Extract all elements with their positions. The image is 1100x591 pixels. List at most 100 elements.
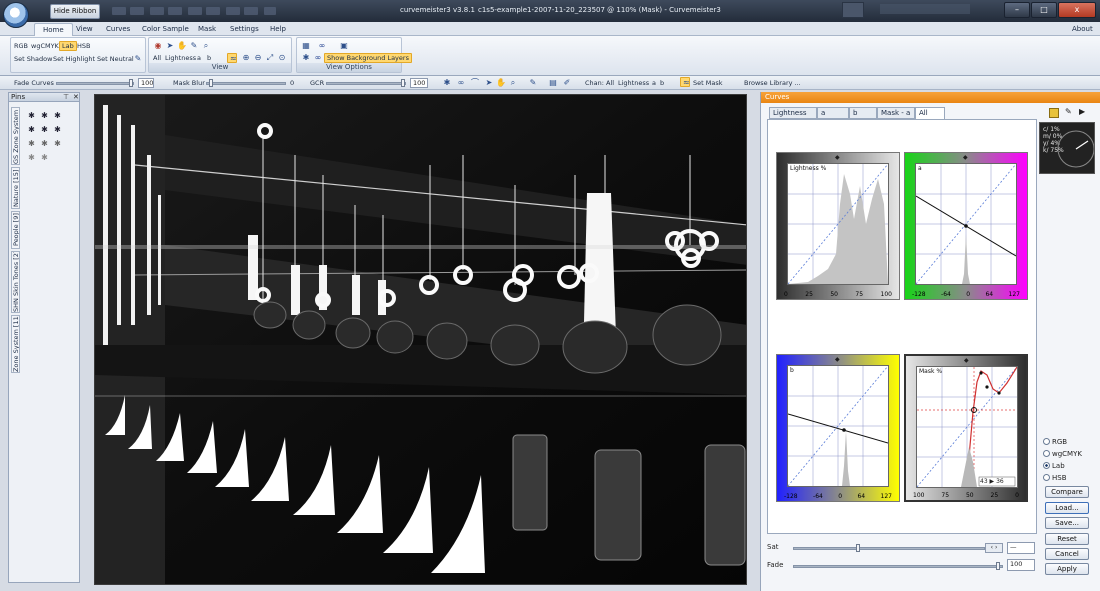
glasses-small-icon[interactable]: ∞ [313,53,323,63]
pin-icon[interactable]: ✱ [27,125,36,134]
tab-all[interactable]: All [915,107,945,119]
qat-curve-icon[interactable] [226,7,240,15]
zoom-actual-icon[interactable]: ⊙ [277,53,287,63]
qat-mask-icon[interactable] [244,7,258,15]
image-icon[interactable]: ▣ [339,41,349,51]
set-mask-icon[interactable]: ≈ [680,77,690,87]
apply-button[interactable]: Apply [1045,563,1089,575]
zoom-fit-icon[interactable]: ⤢ [265,53,275,63]
a-curve-box[interactable]: a ◆ -128 -64 0 64 127 [904,152,1028,300]
play-icon[interactable]: ▶ [1079,107,1085,116]
toolbar-chan-a[interactable]: a [652,79,656,87]
pins-pin-icon[interactable]: ⊤ [63,93,69,101]
brush-icon[interactable]: ✐ [562,78,572,88]
arrow-icon[interactable]: ➤ [484,78,494,88]
curve-toggle-icon[interactable]: ≈ [227,53,237,63]
chan-all-button[interactable]: All [153,54,161,62]
tab-mask-a[interactable]: Mask - a [877,107,915,119]
color-wheel-icon[interactable]: ◉ [153,41,163,51]
minimize-button[interactable]: – [1004,2,1030,18]
qat-help-icon[interactable] [188,7,202,15]
sat-value[interactable]: — [1007,542,1035,554]
tab-b[interactable]: b [849,107,877,119]
pin-icon[interactable]: ✱ [53,139,62,148]
mask-blur-thumb[interactable] [209,79,213,87]
tab-view[interactable]: View [68,23,101,36]
pins-tab-people[interactable]: People [9] [11,211,20,249]
set-neutral-button[interactable]: Set Neutral [97,55,134,63]
cs-rgb-button[interactable]: RGB [14,42,28,50]
pin-icon[interactable]: ✱ [27,111,36,120]
app-menu-icon[interactable] [3,2,29,28]
magnifier-icon[interactable]: ⌕ [508,78,518,88]
pin-icon[interactable]: ✱ [301,53,311,63]
mask-blur-slider[interactable] [206,79,286,87]
pin-icon[interactable]: ✱ [40,125,49,134]
a-plot[interactable] [915,163,1017,285]
zoom-icon[interactable]: ⌕ [201,41,211,51]
browse-library-button[interactable]: Browse Library ... [744,79,801,87]
image-canvas[interactable] [94,94,747,585]
qat-open-icon[interactable] [150,7,164,15]
chan-a-button[interactable]: a [197,54,201,62]
set-shadow-button[interactable]: Set Shadow [14,55,52,63]
arrow-tool-icon[interactable]: ➤ [165,41,175,51]
cs-wgcmyk-button[interactable]: wgCMYK [31,42,59,50]
fade-curves-value[interactable]: 100 [138,78,154,88]
hand-tool-icon[interactable]: ✋ [177,41,187,51]
toolbar-chan-lightness[interactable]: Lightness [618,79,649,87]
hide-ribbon-button[interactable]: Hide Ribbon [50,4,100,19]
close-button[interactable]: x [1058,2,1096,18]
sampler-icon[interactable]: ✎ [189,41,199,51]
pin-icon[interactable]: ✱ [40,139,49,148]
pins-tab-skin-tones[interactable]: SHN Skin Tones [27] [11,251,20,313]
eyedropper-icon[interactable]: ✎ [133,54,143,64]
tab-home[interactable]: Home [34,23,73,36]
view-glasses-icon[interactable]: ∞ [456,78,466,88]
qat-more-icon[interactable] [264,7,276,15]
gcr-thumb[interactable] [401,79,405,87]
toolbar-chan-b[interactable]: b [660,79,664,87]
fade-curves-thumb[interactable] [129,79,133,87]
fade-slider[interactable] [793,562,1003,570]
maximize-button[interactable]: □ [1031,2,1057,18]
wrench-icon[interactable]: ✎ [1065,107,1072,116]
curve-icon[interactable]: ⌒ [470,78,480,88]
cs-hsb-button[interactable]: HSB [77,42,90,50]
pins-tab-nature[interactable]: Nature [15] [11,167,20,209]
fade-curves-slider[interactable] [56,79,134,87]
mask-curve-box[interactable]: Mask % 43 ▶ 36 ◆ 100 75 50 25 0 [904,354,1028,502]
compare-button[interactable]: Compare [1045,486,1089,498]
pin-icon[interactable]: ✱ [27,153,36,162]
chan-lightness-button[interactable]: Lightness [165,54,196,62]
chan-b-button[interactable]: b [207,54,211,62]
reset-button[interactable]: Reset [1045,533,1089,545]
folder-icon[interactable] [1049,108,1059,118]
qat-save-icon[interactable] [168,7,182,15]
about-link[interactable]: About [1072,25,1093,33]
pin-icon[interactable]: ✱ [53,125,62,134]
layer-icon[interactable]: ▦ [301,41,311,51]
cs-lab-button[interactable]: Lab [59,41,77,51]
fade-value[interactable]: 100 [1007,559,1035,571]
set-mask-button[interactable]: Set Mask [693,79,722,87]
pins-close-icon[interactable]: ✕ [73,93,79,101]
save-button[interactable]: Save... [1045,517,1089,529]
cancel-button[interactable]: Cancel [1045,548,1089,560]
pin-icon[interactable]: ✱ [40,153,49,162]
qat-undo-icon[interactable] [112,7,126,15]
tab-color-sample[interactable]: Color Sample [134,23,197,36]
load-button[interactable]: Load... [1045,502,1089,514]
lightness-curve-box[interactable]: Lightness % ◆ 0 25 50 75 100 [776,152,900,300]
pin-icon[interactable]: ✱ [27,139,36,148]
gcr-slider[interactable] [326,79,406,87]
sat-stepper[interactable]: ‹ › [985,543,1003,553]
show-background-layers-button[interactable]: Show Background Layers [324,53,412,63]
sat-thumb[interactable] [856,544,860,552]
qat-settings-icon[interactable] [206,7,220,15]
radio-rgb[interactable]: RGB [1043,438,1067,446]
pin-icon[interactable]: ✱ [40,111,49,120]
radio-lab[interactable]: Lab [1043,462,1065,470]
fade-thumb[interactable] [996,562,1000,570]
pin-icon[interactable]: ✱ [53,111,62,120]
